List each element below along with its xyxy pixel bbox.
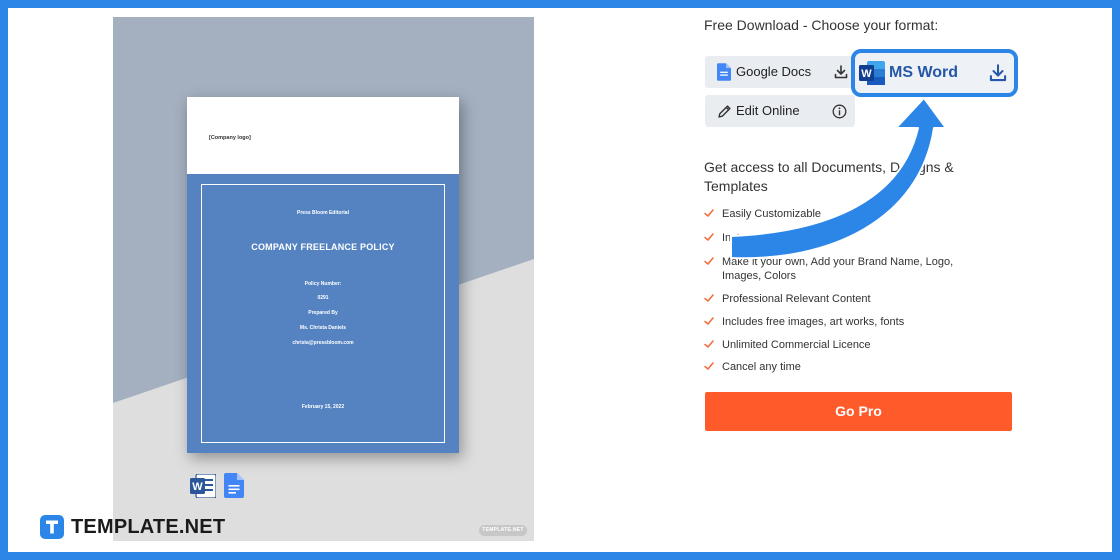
edit-online-label: Edit Online	[736, 103, 800, 118]
brand-name: TEMPLATE.NET	[71, 515, 226, 538]
prepared-by-name: Ms. Christa Daniels	[299, 325, 347, 331]
check-icon	[704, 257, 714, 265]
go-pro-button[interactable]: Go Pro	[705, 392, 1012, 431]
google-docs-icon	[717, 63, 731, 81]
document-title: COMPANY FREELANCE POLICY	[251, 242, 395, 252]
google-docs-icon	[224, 473, 244, 498]
preview-watermark: TEMPLATE.NET	[479, 525, 527, 536]
download-icon	[834, 65, 848, 79]
template-logo-icon	[40, 515, 64, 539]
ms-word-button[interactable]: W MS Word	[851, 49, 1018, 97]
google-docs-label: Google Docs	[736, 64, 812, 79]
brand-logo: TEMPLATE.NET	[40, 514, 225, 540]
policy-number: 0291	[317, 295, 329, 301]
download-heading: Free Download - Choose your format:	[704, 17, 939, 33]
feature-text: Easily Customizable	[722, 208, 822, 220]
prepared-by-label: Prepared By	[308, 310, 338, 316]
feature-text: Professional Relevant Content	[722, 293, 871, 305]
google-docs-button[interactable]: Google Docs	[705, 56, 855, 88]
preview-format-icons: W	[190, 473, 250, 499]
template-preview[interactable]: [Company logo] Press Bloom Editorial COM…	[113, 17, 534, 541]
ms-word-label: MS Word	[889, 64, 959, 81]
svg-text:W: W	[192, 481, 203, 493]
feature-text: Cancel any time	[722, 361, 801, 373]
check-icon	[704, 362, 714, 370]
feature-text: Unlimited Commercial Licence	[722, 339, 871, 351]
ms-word-icon: W	[190, 474, 216, 498]
document-date: February 15, 2022	[301, 404, 345, 410]
author-email: christa@pressbloom.com	[292, 340, 354, 346]
check-icon	[704, 233, 714, 241]
company-logo-placeholder: [Company logo]	[209, 135, 251, 141]
document-page: [Company logo] Press Bloom Editorial COM…	[187, 97, 459, 453]
document-cover: Press Bloom Editorial COMPANY FREELANCE …	[187, 174, 459, 453]
ms-word-icon: W	[859, 61, 885, 85]
feature-text: Instant Download	[722, 232, 807, 244]
check-icon	[704, 317, 714, 325]
download-icon	[989, 64, 1007, 82]
document-header: [Company logo]	[187, 97, 459, 174]
info-icon[interactable]	[832, 104, 847, 119]
feature-text: Make it your own, Add your Brand Name, L…	[722, 256, 954, 282]
edit-online-button[interactable]: Edit Online	[705, 95, 855, 127]
pro-access-heading: Get access to all Documents, Designs & T…	[704, 159, 954, 194]
check-icon	[704, 340, 714, 348]
pencil-icon	[718, 105, 731, 118]
policy-number-label: Policy Number:	[304, 281, 342, 287]
check-icon	[704, 294, 714, 302]
svg-text:W: W	[861, 68, 872, 80]
feature-text: Includes free images, art works, fonts	[722, 316, 905, 328]
publisher-name: Press Bloom Editorial	[297, 210, 349, 216]
check-icon	[704, 209, 714, 217]
